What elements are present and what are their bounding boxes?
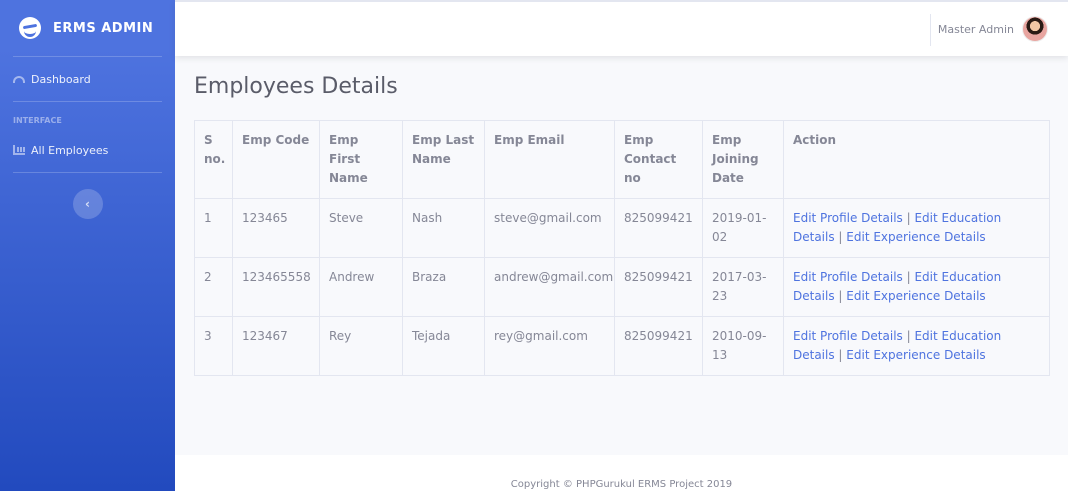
column-header: S no. [194, 120, 233, 199]
edit-experience-link[interactable]: Edit Experience Details [846, 230, 985, 244]
table-header-row: S no. Emp Code Emp First Name Emp Last N… [194, 120, 1050, 199]
cell-joining-date: 2017-03-23 [702, 257, 784, 317]
edit-profile-link[interactable]: Edit Profile Details [793, 211, 903, 225]
column-header: Emp First Name [319, 120, 403, 199]
laugh-icon [19, 17, 41, 39]
cell-first-name: Rey [319, 316, 403, 376]
sidebar-heading: INTERFACE [13, 116, 62, 125]
cell-email: steve@gmail.com [484, 198, 615, 258]
chart-area-icon [13, 145, 25, 155]
avatar [1022, 16, 1048, 42]
cell-actions: Edit Profile Details | Edit Education De… [783, 257, 1050, 317]
cell-contact: 825099421 [614, 316, 703, 376]
cell-last-name: Tejada [402, 316, 485, 376]
sidebar-item-all-employees[interactable]: All Employees [0, 128, 175, 172]
column-header: Emp Code [232, 120, 320, 199]
action-separator: | [834, 348, 847, 362]
cell-last-name: Nash [402, 198, 485, 258]
copyright-text: Copyright © PHPGurukul ERMS Project 2019 [510, 479, 733, 490]
tachometer-icon [13, 75, 25, 83]
edit-profile-link[interactable]: Edit Profile Details [793, 270, 903, 284]
edit-experience-link[interactable]: Edit Experience Details [846, 289, 985, 303]
column-header: Emp Joining Date [702, 120, 784, 199]
cell-sno: 2 [194, 257, 233, 317]
brand-name: ERMS ADMIN [53, 20, 154, 36]
cell-sno: 1 [194, 198, 233, 258]
cell-contact: 825099421 [614, 257, 703, 317]
action-separator: | [902, 329, 915, 343]
topbar-divider [930, 14, 931, 46]
cell-joining-date: 2010-09-13 [702, 316, 784, 376]
sidebar-brand[interactable]: ERMS ADMIN [0, 0, 175, 56]
column-header: Emp Contact no [614, 120, 703, 199]
user-name: Master Admin [937, 22, 1014, 36]
column-header: Emp Email [484, 120, 615, 199]
sidebar-item-label: Dashboard [31, 72, 91, 86]
cell-first-name: Steve [319, 198, 403, 258]
cell-last-name: Braza [402, 257, 485, 317]
footer: Copyright © PHPGurukul ERMS Project 2019 [175, 455, 1068, 491]
table-row: 2 123465558 Andrew Braza andrew@gmail.co… [194, 257, 1050, 317]
action-separator: | [834, 230, 847, 244]
table-row: 1 123465 Steve Nash steve@gmail.com 8250… [194, 198, 1050, 258]
cell-email: rey@gmail.com [484, 316, 615, 376]
topbar: Master Admin [175, 0, 1068, 56]
cell-actions: Edit Profile Details | Edit Education De… [783, 316, 1050, 376]
action-separator: | [902, 270, 915, 284]
cell-joining-date: 2019-01-02 [702, 198, 784, 258]
cell-actions: Edit Profile Details | Edit Education De… [783, 198, 1050, 258]
sidebar-item-label: All Employees [31, 143, 109, 157]
column-header: Action [783, 120, 1050, 199]
cell-contact: 825099421 [614, 198, 703, 258]
sidebar-item-dashboard[interactable]: Dashboard [0, 57, 175, 101]
cell-sno: 3 [194, 316, 233, 376]
sidebar-divider [13, 172, 162, 173]
cell-code: 123467 [232, 316, 320, 376]
table-row: 3 123467 Rey Tejada rey@gmail.com 825099… [194, 316, 1050, 376]
user-dropdown[interactable]: Master Admin [938, 16, 1048, 42]
action-separator: | [834, 289, 847, 303]
employees-table: S no. Emp Code Emp First Name Emp Last N… [194, 120, 1050, 376]
sidebar-toggle-button[interactable]: ‹ [72, 189, 103, 219]
page-title: Employees Details [194, 74, 398, 99]
cell-code: 123465 [232, 198, 320, 258]
column-header: Emp Last Name [402, 120, 485, 199]
cell-first-name: Andrew [319, 257, 403, 317]
action-separator: | [902, 211, 915, 225]
sidebar: ERMS ADMIN Dashboard INTERFACE All Emplo… [0, 0, 175, 491]
cell-email: andrew@gmail.com [484, 257, 615, 317]
edit-profile-link[interactable]: Edit Profile Details [793, 329, 903, 343]
chevron-left-icon: ‹ [85, 197, 90, 211]
cell-code: 123465558 [232, 257, 320, 317]
edit-experience-link[interactable]: Edit Experience Details [846, 348, 985, 362]
